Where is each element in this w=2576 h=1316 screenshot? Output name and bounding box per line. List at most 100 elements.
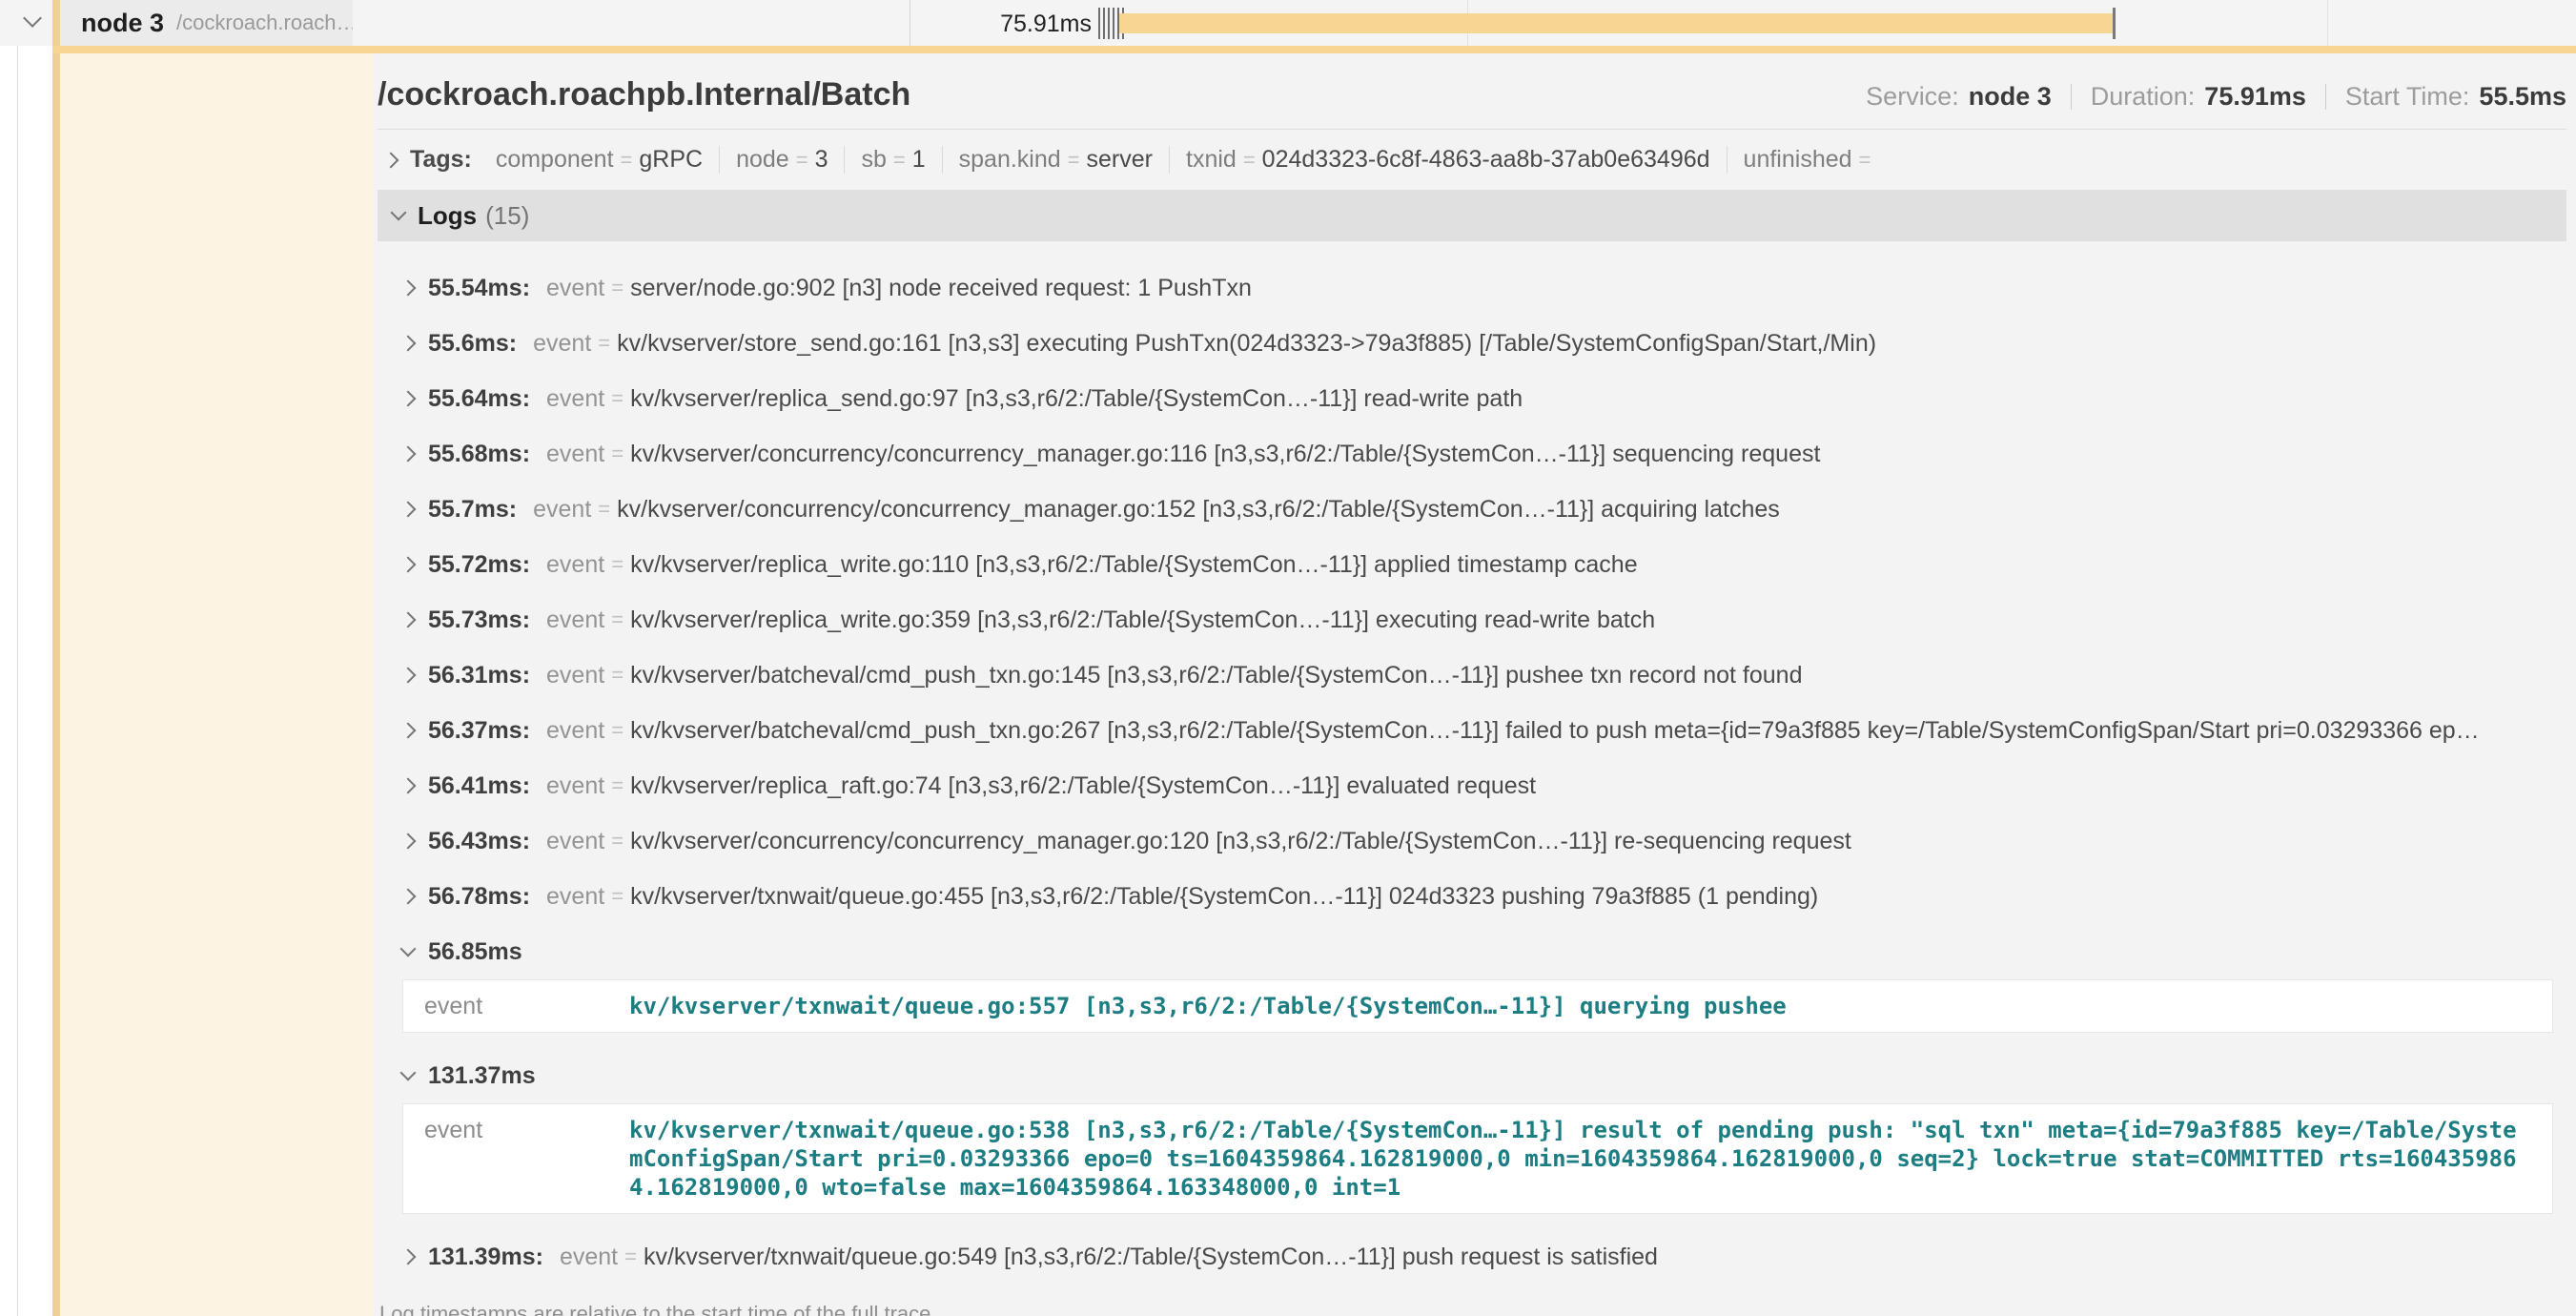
chevron-right-icon bbox=[402, 336, 416, 352]
log-entry-row[interactable]: 56.41ms: event = kv/kvserver/replica_raf… bbox=[402, 771, 2566, 800]
equals-sign: = bbox=[1859, 148, 1871, 173]
span-color-strip bbox=[52, 0, 60, 46]
log-field-value: kv/kvserver/txnwait/queue.go:549 [n3,s3,… bbox=[644, 1244, 1658, 1271]
tag-value: 024d3323-6c8f-4863-aa8b-37ab0e63496d bbox=[1262, 146, 1710, 174]
equals-sign: = bbox=[1068, 148, 1080, 173]
collapse-all-chevron-icon[interactable] bbox=[23, 9, 42, 28]
log-field-value: kv/kvserver/store_send.go:161 [n3,s3] ex… bbox=[617, 330, 1876, 358]
log-field-key: event bbox=[546, 441, 604, 468]
tags-list: component = gRPC node = 3 sb = 1 span.ki… bbox=[480, 146, 1894, 174]
equals-sign: = bbox=[611, 276, 624, 300]
log-entry-row[interactable]: 55.64ms: event = kv/kvserver/replica_sen… bbox=[402, 384, 2566, 413]
log-field-value: server/node.go:902 [n3] node received re… bbox=[630, 275, 1252, 302]
log-timestamp: 56.43ms: bbox=[428, 828, 530, 855]
log-field-value: kv/kvserver/txnwait/queue.go:455 [n3,s3,… bbox=[630, 883, 1818, 911]
equals-sign: = bbox=[598, 331, 610, 356]
log-field-key: event bbox=[533, 330, 591, 358]
log-fields-table: event kv/kvserver/txnwait/queue.go:557 [… bbox=[402, 979, 2553, 1033]
log-timestamp: 55.6ms: bbox=[428, 330, 517, 358]
log-timestamp: 55.7ms: bbox=[428, 496, 517, 524]
chevron-right-icon bbox=[402, 723, 416, 739]
log-entry-row[interactable]: 56.43ms: event = kv/kvserver/concurrency… bbox=[402, 827, 2566, 855]
log-entry-row[interactable]: 55.54ms: event = server/node.go:902 [n3]… bbox=[402, 274, 2566, 302]
tag-value: server bbox=[1087, 146, 1153, 174]
chevron-right-icon bbox=[402, 612, 416, 628]
tags-label: Tags: bbox=[410, 146, 472, 174]
start-time-value: 55.5ms bbox=[2479, 82, 2566, 112]
log-field-key: event bbox=[546, 275, 604, 302]
log-field-value: kv/kvserver/batcheval/cmd_push_txn.go:14… bbox=[630, 662, 1802, 689]
log-field-key: event bbox=[546, 883, 604, 911]
span-name-cell[interactable]: node 3 /cockroach.roach… bbox=[52, 0, 353, 46]
log-field-key: event bbox=[546, 772, 604, 800]
log-timestamp: 55.64ms: bbox=[428, 385, 530, 413]
log-field-key: event bbox=[546, 828, 604, 855]
selected-span-color-strip bbox=[52, 53, 60, 1316]
tag-item[interactable]: node = 3 bbox=[719, 146, 844, 174]
equals-sign: = bbox=[621, 148, 633, 173]
log-timestamp: 56.41ms: bbox=[428, 772, 530, 800]
chevron-right-icon bbox=[402, 391, 416, 407]
log-entry-expanded: 56.85ms event kv/kvserver/txnwait/queue.… bbox=[402, 937, 2566, 1033]
log-field-key: event bbox=[403, 1116, 629, 1202]
chevron-right-icon bbox=[402, 557, 416, 573]
equals-sign: = bbox=[611, 829, 624, 853]
chevron-right-icon bbox=[402, 502, 416, 518]
log-field-key: event bbox=[546, 662, 604, 689]
tag-value: 3 bbox=[815, 146, 828, 174]
equals-sign: = bbox=[796, 148, 808, 173]
equals-sign: = bbox=[611, 442, 624, 466]
log-entry-row[interactable]: 55.6ms: event = kv/kvserver/store_send.g… bbox=[402, 329, 2566, 358]
log-field-value: kv/kvserver/replica_write.go:110 [n3,s3,… bbox=[630, 551, 1638, 579]
tag-key: txnid bbox=[1186, 146, 1237, 174]
log-entry-row[interactable]: 55.73ms: event = kv/kvserver/replica_wri… bbox=[402, 606, 2566, 634]
log-entry-expanded-header[interactable]: 131.37ms bbox=[402, 1061, 2566, 1090]
chevron-right-icon bbox=[402, 668, 416, 684]
service-label: Service: bbox=[1866, 82, 1959, 112]
log-timestamp: 56.37ms: bbox=[428, 717, 530, 745]
log-field-key: event bbox=[546, 607, 604, 634]
tag-value: gRPC bbox=[639, 146, 703, 174]
log-entry-expanded: 131.37ms event kv/kvserver/txnwait/queue… bbox=[402, 1061, 2566, 1214]
log-entry-expanded-header[interactable]: 56.85ms bbox=[402, 937, 2566, 966]
log-timestamp: 55.68ms: bbox=[428, 441, 530, 468]
log-field-row: event kv/kvserver/txnwait/queue.go:538 [… bbox=[403, 1116, 2552, 1202]
log-field-key: event bbox=[403, 992, 629, 1020]
log-timestamp: 131.39ms: bbox=[428, 1244, 543, 1271]
tag-item[interactable]: unfinished = bbox=[1727, 146, 1894, 174]
logs-section-header[interactable]: Logs (15) bbox=[378, 190, 2566, 241]
log-entry-row[interactable]: 56.78ms: event = kv/kvserver/txnwait/que… bbox=[402, 882, 2566, 911]
log-entry-row[interactable]: 56.31ms: event = kv/kvserver/batcheval/c… bbox=[402, 661, 2566, 689]
timeline-row: node 3 /cockroach.roach… 75.91ms bbox=[0, 0, 2576, 46]
log-field-value: kv/kvserver/replica_write.go:359 [n3,s3,… bbox=[630, 607, 1655, 634]
overview-divider bbox=[2325, 84, 2326, 110]
equals-sign: = bbox=[611, 663, 624, 688]
tag-item[interactable]: txnid = 024d3323-6c8f-4863-aa8b-37ab0e63… bbox=[1169, 146, 1727, 174]
chevron-right-icon bbox=[402, 446, 416, 463]
chevron-down-icon bbox=[391, 205, 407, 221]
log-list: 55.54ms: event = server/node.go:902 [n3]… bbox=[378, 241, 2566, 1271]
log-entry-row[interactable]: 55.68ms: event = kv/kvserver/concurrency… bbox=[402, 440, 2566, 468]
tag-key: component bbox=[496, 146, 614, 174]
logs-footer-note: Log timestamps are relative to the start… bbox=[378, 1298, 2566, 1316]
tag-item[interactable]: sb = 1 bbox=[844, 146, 941, 174]
log-field-value: kv/kvserver/concurrency/concurrency_mana… bbox=[630, 441, 1820, 468]
trace-end-marker bbox=[2113, 8, 2116, 39]
logs-title: Logs bbox=[418, 201, 477, 231]
tag-item[interactable]: span.kind = server bbox=[942, 146, 1169, 174]
span-operation-name: /cockroach.roach… bbox=[176, 10, 353, 35]
tags-toggle-row[interactable]: Tags: component = gRPC node = 3 sb = 1 s… bbox=[378, 130, 2566, 184]
tag-item[interactable]: component = gRPC bbox=[480, 146, 719, 174]
span-duration-bar[interactable] bbox=[1119, 13, 2114, 33]
span-title: /cockroach.roachpb.Internal/Batch bbox=[378, 76, 910, 113]
log-field-key: event bbox=[546, 551, 604, 579]
chevron-right-icon bbox=[402, 280, 416, 297]
log-field-row: event kv/kvserver/txnwait/queue.go:557 [… bbox=[403, 992, 2552, 1020]
log-entry-row[interactable]: 55.72ms: event = kv/kvserver/replica_wri… bbox=[402, 550, 2566, 579]
log-timestamp: 55.73ms: bbox=[428, 607, 530, 634]
log-timestamp: 131.37ms bbox=[428, 1062, 536, 1090]
log-entry-row[interactable]: 131.39ms: event = kv/kvserver/txnwait/qu… bbox=[402, 1243, 2566, 1271]
log-entry-row[interactable]: 55.7ms: event = kv/kvserver/concurrency/… bbox=[402, 495, 2566, 524]
duration-label: Duration: bbox=[2091, 82, 2196, 112]
log-entry-row[interactable]: 56.37ms: event = kv/kvserver/batcheval/c… bbox=[402, 716, 2566, 745]
